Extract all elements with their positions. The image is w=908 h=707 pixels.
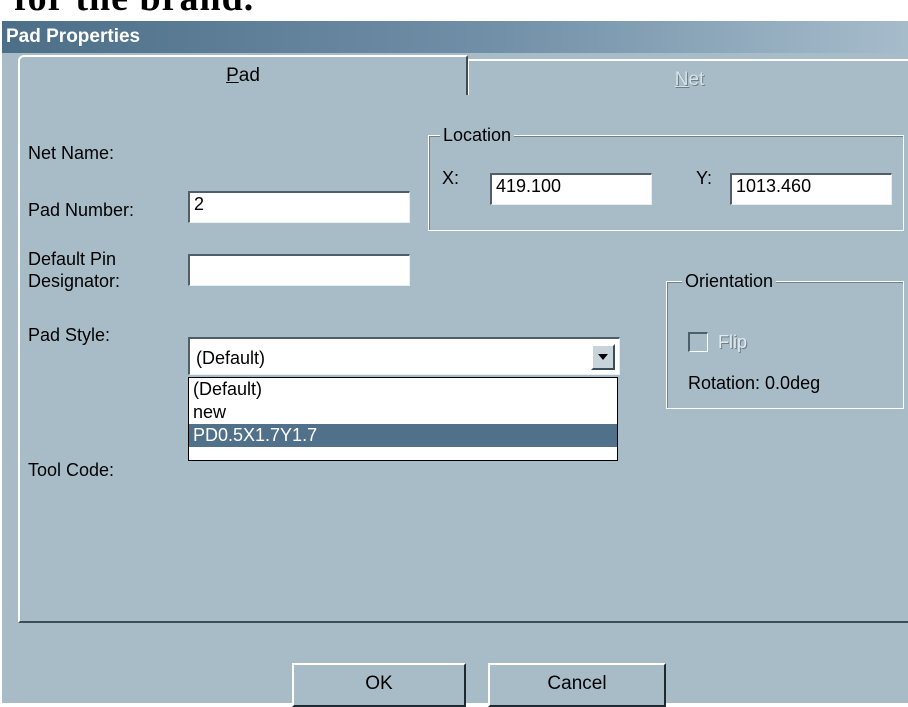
tab-pad-mnemonic: P [226, 65, 239, 86]
pad-style-option-pd[interactable]: PD0.5X1.7Y1.7 [189, 424, 617, 447]
chevron-down-icon [598, 354, 608, 360]
pad-number-label: Pad Number: [28, 200, 135, 220]
tab-net-mnemonic: N [674, 69, 689, 90]
ok-button[interactable]: OK [292, 663, 466, 707]
tab-pad-label-rest: ad [238, 65, 260, 86]
default-pin-label-line2: Designator: [28, 271, 121, 291]
dialog-title: Pad Properties [2, 21, 908, 53]
location-x-label: X: [442, 168, 460, 188]
pad-style-option-new[interactable]: new [189, 401, 617, 424]
pad-style-label: Pad Style: [28, 325, 111, 345]
location-y-input[interactable]: 1013.460 [730, 173, 892, 205]
pad-properties-dialog: Pad Properties Pad Net Net Name: Pad Num… [0, 20, 908, 707]
flip-checkbox[interactable] [688, 332, 708, 352]
pad-style-dropdown-button[interactable] [591, 344, 615, 370]
default-pin-label-line1: Default Pin [28, 249, 117, 269]
pad-style-selected-value: (Default) [196, 348, 266, 368]
location-group-title: Location [440, 125, 515, 145]
background-heading-text: for the brand. [14, 0, 254, 20]
location-x-input[interactable]: 419.100 [490, 173, 652, 205]
pad-number-input[interactable]: 2 [188, 191, 410, 223]
tab-net-label-rest: et [688, 69, 705, 90]
location-y-label: Y: [696, 168, 713, 188]
orientation-group-title: Orientation [682, 271, 777, 291]
flip-label[interactable]: Flip [718, 332, 747, 353]
pad-style-option-default[interactable]: (Default) [189, 378, 617, 401]
tab-net[interactable]: Net [468, 59, 908, 95]
cancel-button[interactable]: Cancel [488, 663, 666, 707]
pad-style-options-list[interactable]: (Default) new PD0.5X1.7Y1.7 [188, 377, 618, 461]
pad-style-select[interactable]: (Default) [188, 337, 620, 375]
default-pin-designator-input[interactable] [188, 254, 410, 286]
rotation-readout: Rotation: 0.0deg [688, 373, 821, 393]
tab-pad[interactable]: Pad [18, 55, 468, 95]
tool-code-label: Tool Code: [28, 460, 115, 480]
net-name-label: Net Name: [28, 143, 115, 163]
